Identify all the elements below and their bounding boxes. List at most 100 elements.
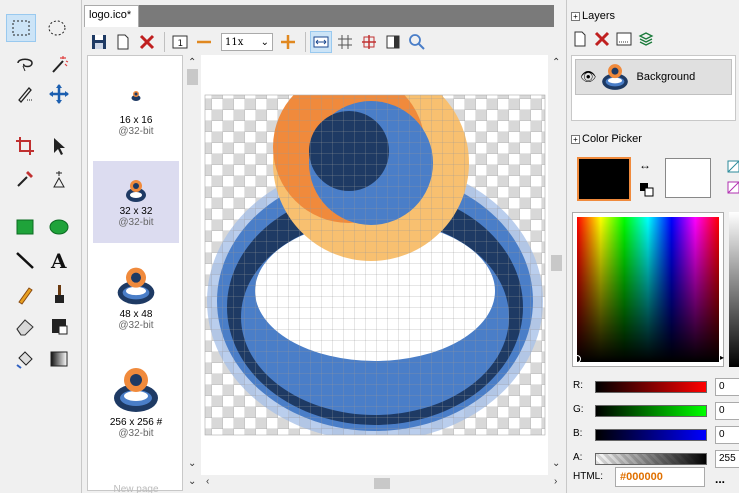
spectrum-marker: ▸ (720, 353, 725, 362)
scroll-thumb[interactable] (374, 478, 390, 489)
blue-slider[interactable] (595, 429, 707, 441)
red-row: R: (573, 380, 583, 391)
text-icon[interactable]: A (44, 246, 74, 274)
logo-thumbnail-icon (126, 180, 146, 202)
icon-canvas[interactable] (201, 55, 548, 475)
spectrum-cursor[interactable] (573, 355, 581, 363)
scroll-down-icon[interactable]: ⌄ (188, 476, 196, 487)
background-icon[interactable] (382, 31, 404, 53)
eyedropper-icon[interactable] (10, 165, 40, 193)
scroll-right-icon[interactable]: › (554, 476, 557, 487)
clone-stamp-icon[interactable] (44, 165, 74, 193)
scroll-up-icon[interactable]: ⌃ (188, 57, 196, 68)
layer-properties-icon[interactable] (615, 30, 633, 48)
svg-text:1: 1 (178, 39, 184, 49)
alpha-slider[interactable] (595, 453, 707, 465)
color-spectrum-frame: ▸ (572, 212, 724, 367)
ellipse-select-icon[interactable] (42, 14, 72, 42)
color-picker-header[interactable]: + Color Picker (571, 133, 642, 145)
expand-icon[interactable]: + (571, 11, 580, 21)
rectangle-select-icon[interactable] (6, 14, 36, 42)
format-item-new[interactable]: New page (93, 484, 179, 493)
zoom-in-icon[interactable] (277, 31, 299, 53)
new-layer-icon[interactable] (571, 30, 589, 48)
red-label: R: (573, 380, 583, 391)
document-toolbar: 1 11x ⌄ (84, 27, 554, 57)
canvas-vertical-scrollbar[interactable]: ⌃ ⌄ (548, 55, 565, 475)
eraser-icon[interactable] (10, 312, 40, 340)
more-options-icon[interactable]: ... (715, 472, 725, 486)
zoom-out-icon[interactable] (193, 31, 215, 53)
expand-icon[interactable]: + (571, 134, 580, 144)
fit-width-icon[interactable] (310, 31, 332, 53)
crop-icon[interactable] (10, 132, 40, 160)
green-label: G: (573, 404, 584, 415)
merge-layers-icon[interactable] (637, 30, 655, 48)
lasso-select-icon[interactable] (10, 50, 40, 78)
save-icon[interactable] (88, 31, 110, 53)
brush-icon[interactable] (44, 280, 74, 308)
format-size: 48 x 48 (119, 309, 153, 320)
layer-item-background[interactable]: 👁 Background (575, 59, 732, 95)
new-page-icon[interactable] (112, 31, 134, 53)
layers-header[interactable]: + Layers (571, 10, 615, 22)
html-color-input[interactable]: #000000 (615, 467, 705, 487)
move-icon[interactable] (44, 80, 74, 108)
replace-color-icon[interactable] (44, 312, 74, 340)
primary-color-swatch[interactable] (577, 157, 631, 201)
scroll-up-icon[interactable]: ⌃ (552, 57, 560, 68)
green-input[interactable]: 0 (715, 402, 739, 420)
layer-name: Background (636, 71, 696, 83)
format-item-32[interactable]: 32 x 32 @32-bit (93, 161, 179, 243)
center-guides-icon[interactable] (358, 31, 380, 53)
brightness-slider[interactable] (729, 212, 739, 367)
delete-page-icon[interactable] (136, 31, 158, 53)
alpha-input[interactable]: 255 (715, 450, 739, 468)
logo-thumbnail-icon (114, 368, 158, 412)
layer-list: 👁 Background (571, 55, 736, 121)
ellipse-shape-icon[interactable] (44, 213, 74, 241)
pencil-select-icon[interactable] (10, 80, 40, 108)
format-item-256[interactable]: 256 x 256 # @32-bit (93, 366, 179, 448)
format-depth: @32-bit (118, 428, 154, 439)
format-item-16[interactable]: 16 x 16 @32-bit (93, 86, 179, 146)
line-icon[interactable] (10, 246, 40, 274)
hsv-mode-icon[interactable] (727, 160, 739, 173)
green-slider[interactable] (595, 405, 707, 417)
red-slider[interactable] (595, 381, 707, 393)
format-list-scrollbar[interactable]: ⌃ ⌄ (184, 55, 201, 475)
zoom-value: 11x (225, 36, 244, 48)
magic-wand-icon[interactable] (44, 50, 74, 78)
rgb-mode-icon[interactable] (727, 181, 739, 194)
rectangle-shape-icon[interactable] (10, 213, 40, 241)
visibility-eye-icon[interactable]: 👁 (580, 69, 597, 85)
gradient-icon[interactable] (44, 345, 74, 373)
secondary-color-swatch[interactable] (665, 158, 711, 198)
scroll-thumb[interactable] (551, 255, 562, 271)
grid-icon[interactable] (334, 31, 356, 53)
delete-layer-icon[interactable] (593, 30, 611, 48)
scroll-down-icon[interactable]: ⌄ (552, 458, 560, 469)
alpha-row: A: (573, 452, 582, 463)
html-row: HTML: (573, 471, 603, 482)
color-spectrum[interactable] (577, 217, 719, 362)
scroll-thumb[interactable] (187, 69, 198, 85)
logo-thumbnail-icon (117, 267, 155, 305)
scroll-down-icon[interactable]: ⌄ (188, 458, 196, 469)
fill-bucket-icon[interactable] (10, 345, 40, 373)
red-input[interactable]: 0 (715, 378, 739, 396)
pointer-icon[interactable] (44, 132, 74, 160)
search-icon[interactable] (406, 31, 428, 53)
zoom-select[interactable]: 11x ⌄ (221, 33, 273, 51)
format-item-48[interactable]: 48 x 48 @32-bit (93, 266, 179, 346)
canvas-horizontal-scrollbar[interactable]: ⌄ ‹ › (184, 475, 565, 492)
actual-size-icon[interactable]: 1 (169, 31, 191, 53)
swap-colors-icon[interactable]: ↔ (639, 158, 651, 172)
reset-colors-icon[interactable] (640, 183, 654, 197)
blue-input[interactable]: 0 (715, 426, 739, 444)
tab-document[interactable]: logo.ico* (84, 5, 139, 27)
logo-thumbnail-icon (131, 91, 141, 101)
scroll-left-icon[interactable]: ‹ (206, 476, 209, 487)
pencil-icon[interactable] (10, 280, 40, 308)
editor-canvas[interactable] (201, 55, 548, 475)
